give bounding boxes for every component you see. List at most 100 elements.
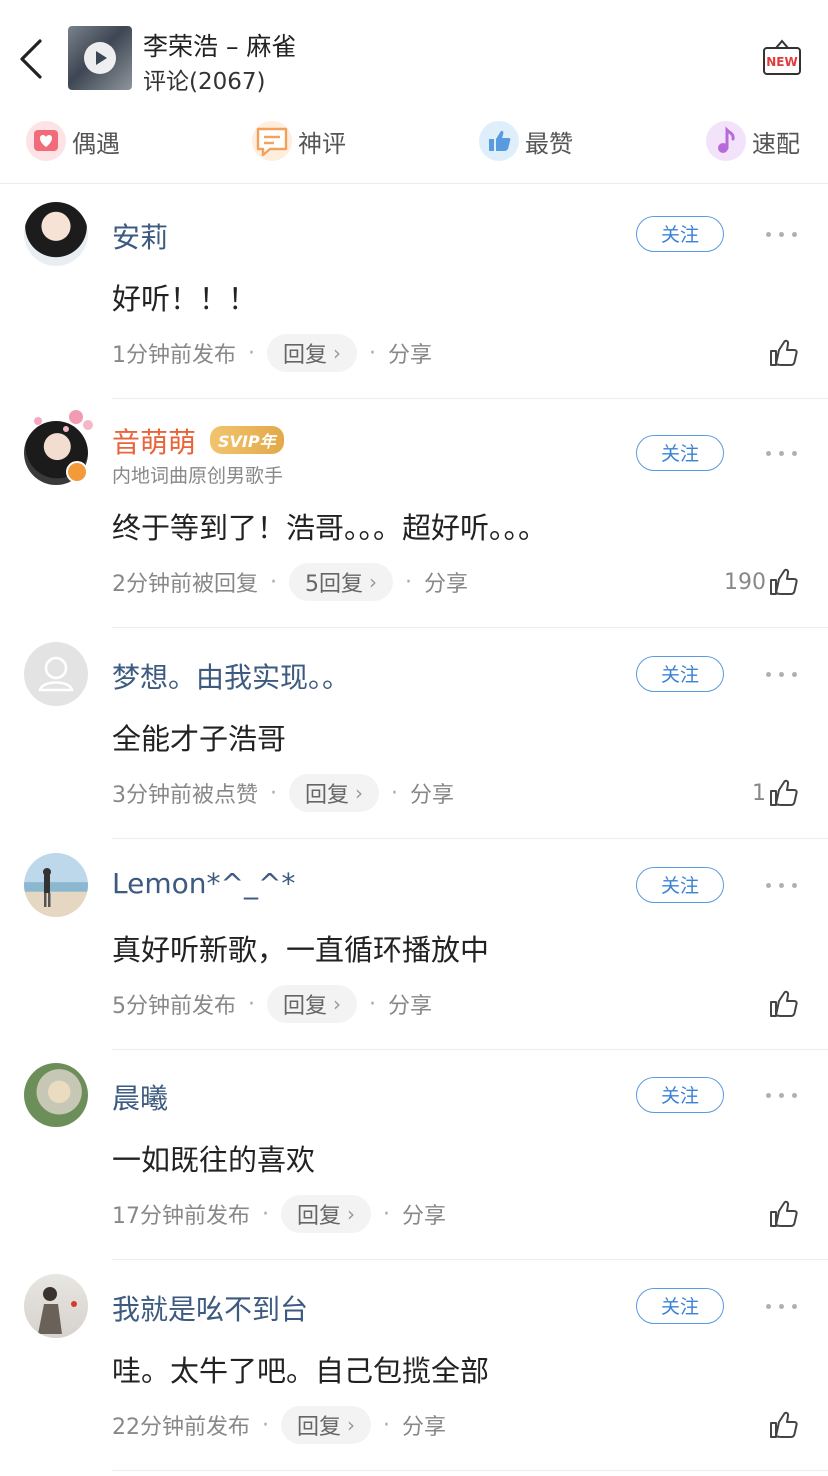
thumbs-up-icon: [770, 990, 798, 1017]
comment-time: 1分钟前发布: [112, 343, 236, 368]
like-button[interactable]: [766, 984, 800, 1024]
username[interactable]: 我就是吆不到台: [112, 1288, 308, 1328]
dot-separator: ·: [383, 1412, 391, 1438]
chevron-right-icon: ›: [347, 1413, 356, 1437]
comment-meta: 2分钟前被回复 · 5回复 › · 分享: [112, 562, 468, 602]
tab-top-comments[interactable]: 神评: [252, 116, 346, 166]
chevron-right-icon: ›: [369, 570, 377, 594]
user-subtitle: 内地词曲原创男歌手: [112, 465, 284, 487]
reply-button[interactable]: 回复 ›: [267, 334, 358, 372]
follow-button[interactable]: 关注: [636, 216, 724, 252]
star-badge-icon: [66, 461, 88, 483]
reply-label: 回复: [305, 783, 350, 808]
reply-label: 回复: [297, 1204, 342, 1229]
avatar[interactable]: [24, 1063, 88, 1127]
new-feature-icon[interactable]: NEW: [762, 38, 802, 78]
dot-separator: ·: [270, 780, 277, 806]
default-avatar-icon[interactable]: [24, 642, 88, 706]
comment-text: 终于等到了！浩哥。。。超好听。。。: [112, 511, 548, 545]
comment-time: 17分钟前发布: [112, 1204, 250, 1229]
chevron-right-icon: ›: [333, 341, 342, 365]
share-button[interactable]: 分享: [424, 566, 468, 598]
tab-encounter[interactable]: 偶遇: [26, 116, 120, 166]
divider: [112, 627, 828, 628]
chevron-right-icon: ›: [333, 992, 342, 1016]
username[interactable]: 梦想。由我实现。。: [112, 656, 350, 696]
comment-meta: 22分钟前发布 · 回复 › · 分享: [112, 1405, 446, 1445]
dot-separator: ·: [248, 991, 255, 1017]
dot-separator: ·: [405, 569, 412, 595]
music-note-icon: [706, 121, 746, 161]
like-button[interactable]: 190: [724, 562, 800, 602]
share-button[interactable]: 分享: [388, 988, 432, 1020]
more-options-icon[interactable]: [766, 448, 800, 458]
follow-button[interactable]: 关注: [636, 1077, 724, 1113]
reply-button[interactable]: 5回复 ›: [289, 563, 393, 601]
tab-label: 神评: [298, 129, 346, 158]
username[interactable]: Lemon*^_^*: [112, 867, 295, 900]
avatar[interactable]: [24, 1274, 88, 1338]
heart-icon: [26, 121, 66, 161]
play-icon[interactable]: [84, 42, 116, 74]
reply-button[interactable]: 回复 ›: [281, 1406, 372, 1444]
comment-meta: 1分钟前发布 · 回复 › · 分享: [112, 333, 432, 373]
share-button[interactable]: 分享: [402, 1409, 446, 1441]
follow-button[interactable]: 关注: [636, 435, 724, 471]
more-options-icon[interactable]: [766, 1301, 800, 1311]
divider: [112, 398, 828, 399]
like-count: 1: [752, 780, 766, 806]
reply-label: 回复: [283, 343, 328, 368]
follow-button[interactable]: 关注: [636, 656, 724, 692]
more-options-icon[interactable]: [766, 669, 800, 679]
username[interactable]: 晨曦: [112, 1077, 168, 1117]
chat-bubble-icon: [252, 121, 292, 161]
like-button[interactable]: [766, 1405, 800, 1445]
dot-separator: ·: [369, 340, 377, 366]
divider: [112, 1049, 828, 1050]
more-options-icon[interactable]: [766, 880, 800, 890]
sakura-decoration-icon: [28, 407, 98, 437]
follow-button[interactable]: 关注: [636, 1288, 724, 1324]
more-options-icon[interactable]: [766, 1090, 800, 1100]
follow-button[interactable]: 关注: [636, 867, 724, 903]
reply-label: 5回复: [305, 572, 363, 597]
dot-separator: ·: [383, 1201, 391, 1227]
thumbs-up-icon: [479, 121, 519, 161]
more-options-icon[interactable]: [766, 229, 800, 239]
like-button[interactable]: [766, 333, 800, 373]
album-cover[interactable]: [68, 26, 132, 90]
reply-label: 回复: [283, 994, 328, 1019]
like-button[interactable]: 1: [752, 773, 800, 813]
song-title: 李荣浩 – 麻雀: [143, 32, 297, 61]
divider: [112, 838, 828, 839]
tab-quick-match[interactable]: 速配: [706, 116, 800, 166]
comment-count: 评论(2067): [143, 69, 266, 95]
back-arrow-icon[interactable]: [14, 36, 50, 82]
comment-text: 哇。太牛了吧。自己包揽全部: [112, 1354, 490, 1388]
share-button[interactable]: 分享: [410, 777, 454, 809]
username[interactable]: 安莉: [112, 216, 168, 256]
like-button[interactable]: [766, 1194, 800, 1234]
tab-most-liked[interactable]: 最赞: [479, 116, 573, 166]
divider: [0, 183, 828, 184]
reply-label: 回复: [297, 1415, 342, 1440]
thumbs-up-icon: [770, 779, 798, 806]
dot-separator: ·: [270, 569, 277, 595]
username[interactable]: 音萌萌: [112, 421, 196, 461]
tab-label: 偶遇: [72, 129, 120, 158]
dot-separator: ·: [391, 780, 399, 806]
share-button[interactable]: 分享: [402, 1198, 446, 1230]
divider: [112, 1259, 828, 1260]
share-button[interactable]: 分享: [388, 337, 432, 369]
comment-text: 全能才子浩哥: [112, 722, 287, 756]
avatar[interactable]: [24, 853, 88, 917]
dot-separator: ·: [248, 340, 255, 366]
comment-text: 好听！！！: [112, 282, 258, 316]
like-count: 190: [724, 569, 766, 595]
comment-time: 5分钟前发布: [112, 994, 236, 1019]
comment-meta: 5分钟前发布 · 回复 › · 分享: [112, 984, 432, 1024]
reply-button[interactable]: 回复 ›: [289, 774, 380, 812]
reply-button[interactable]: 回复 ›: [281, 1195, 372, 1233]
avatar[interactable]: [24, 202, 88, 266]
reply-button[interactable]: 回复 ›: [267, 985, 358, 1023]
